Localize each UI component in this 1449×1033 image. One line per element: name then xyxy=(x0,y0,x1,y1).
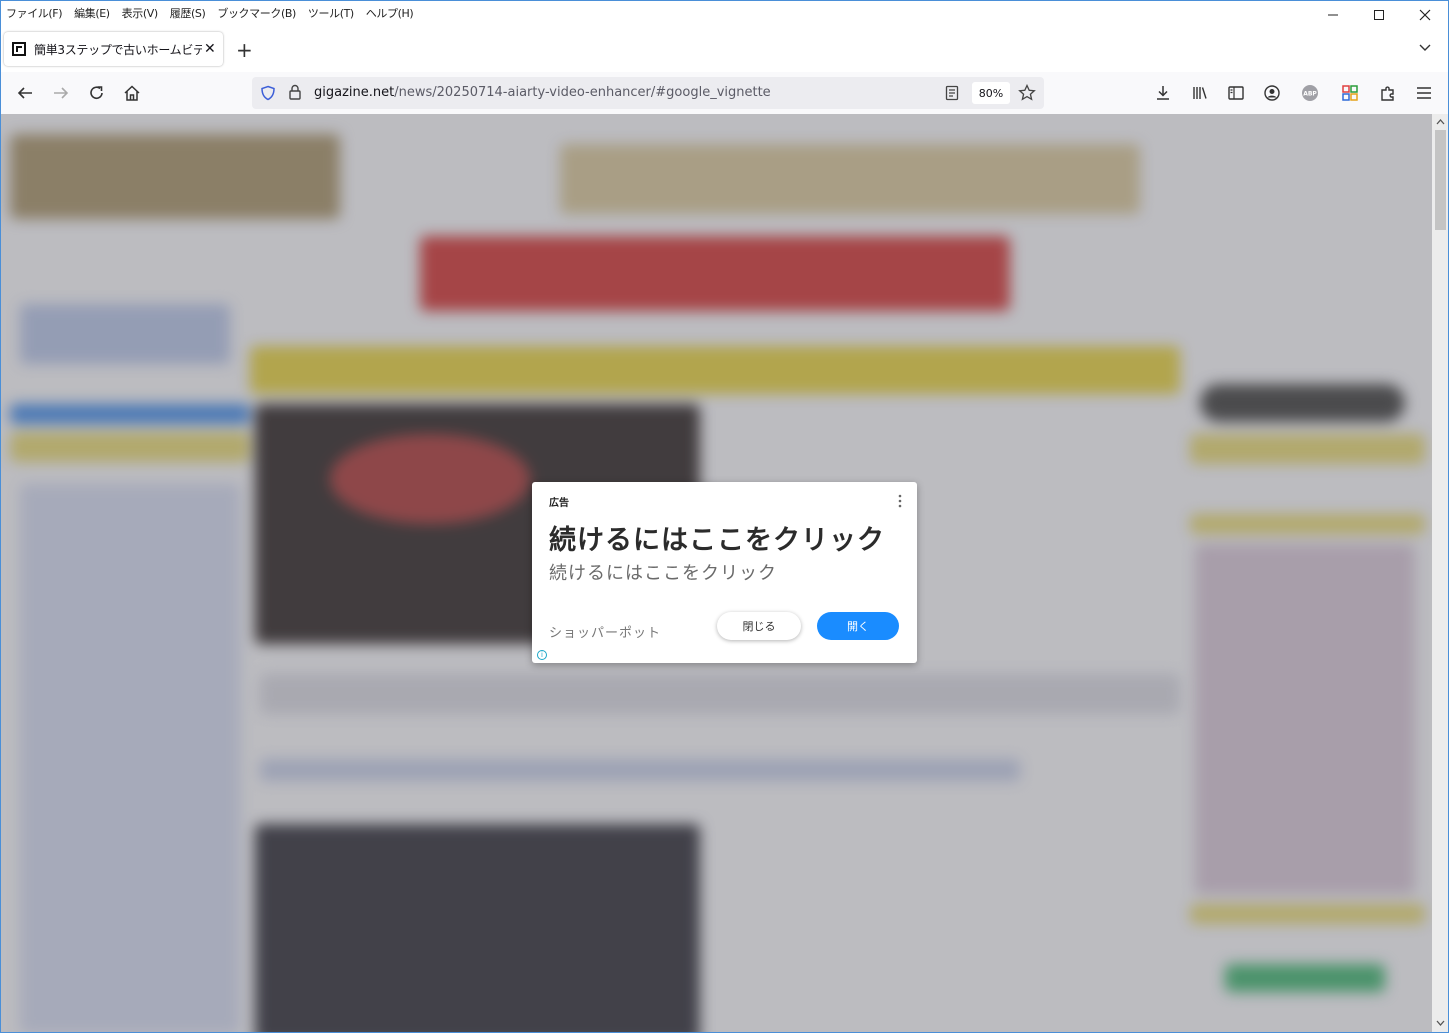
scroll-thumb[interactable] xyxy=(1435,130,1446,230)
forward-button[interactable] xyxy=(50,82,72,104)
chevron-down-icon xyxy=(1419,44,1431,51)
ad-info-icon[interactable]: i xyxy=(537,650,547,660)
nav-bar: gigazine.net/news/20250714-aiarty-video-… xyxy=(0,72,1449,115)
home-icon xyxy=(124,85,140,101)
bookmark-star-icon[interactable] xyxy=(1018,84,1036,102)
tab-close-icon[interactable]: ✕ xyxy=(204,41,216,57)
menu-view[interactable]: 表示(V) xyxy=(122,5,159,21)
ad-advertiser[interactable]: ショッパーポット xyxy=(549,622,661,641)
menu-bookmarks[interactable]: ブックマーク(B) xyxy=(217,5,296,21)
url-path: /news/20250714-aiarty-video-enhancer/#go… xyxy=(394,85,771,100)
library-icon xyxy=(1193,87,1207,99)
close-icon xyxy=(1419,9,1431,21)
svg-text:ABP: ABP xyxy=(1303,91,1317,98)
account-icon xyxy=(1264,85,1280,101)
vignette-ad-dialog: 広告 続けるにはここをクリック 続けるにはここをクリック ショッパーポット 閉じ… xyxy=(532,482,917,663)
menu-tools[interactable]: ツール(T) xyxy=(308,5,354,21)
ad-open-button[interactable]: 開く xyxy=(817,612,899,640)
adblock-plus-icon: ABP xyxy=(1302,85,1318,101)
menu-edit[interactable]: 編集(E) xyxy=(74,5,110,21)
menu-items: ファイル(F) 編集(E) 表示(V) 履歴(S) ブックマーク(B) ツール(… xyxy=(6,5,425,21)
site-favicon-icon xyxy=(12,42,26,56)
url-text[interactable]: gigazine.net/news/20250714-aiarty-video-… xyxy=(314,85,771,100)
menu-bar: ファイル(F) 編集(E) 表示(V) 履歴(S) ブックマーク(B) ツール(… xyxy=(0,0,1449,26)
list-all-tabs-button[interactable] xyxy=(1418,40,1432,59)
tab-active[interactable]: 簡単3ステップで古いホームビデオのよ ✕ xyxy=(4,32,223,66)
arrow-right-icon xyxy=(54,87,69,99)
tab-bar: 簡単3ステップで古いホームビデオのよ ✕ + xyxy=(0,26,1449,72)
ad-label: 広告 xyxy=(549,498,569,509)
tab-title: 簡単3ステップで古いホームビデオのよ xyxy=(34,42,202,57)
extension-grid-button[interactable] xyxy=(1339,82,1361,104)
ad-headline[interactable]: 続けるにはここをクリック xyxy=(549,518,885,557)
ad-options-icon[interactable] xyxy=(897,494,903,508)
extensions-button[interactable] xyxy=(1377,82,1399,104)
zoom-level-button[interactable]: 80% xyxy=(972,82,1010,104)
app-menu-button[interactable] xyxy=(1413,82,1435,104)
reload-icon xyxy=(90,86,103,99)
arrow-left-icon xyxy=(17,87,32,99)
maximize-icon xyxy=(1374,10,1384,20)
menu-history[interactable]: 履歴(S) xyxy=(170,5,206,21)
hamburger-menu-icon xyxy=(1417,87,1431,99)
tracking-shield-icon[interactable] xyxy=(260,85,276,101)
adblock-plus-button[interactable]: ABP xyxy=(1299,82,1321,104)
scroll-down-icon[interactable] xyxy=(1436,1020,1445,1027)
vertical-scrollbar[interactable] xyxy=(1432,114,1449,1033)
reader-view-icon[interactable] xyxy=(945,85,959,101)
ad-subline[interactable]: 続けるにはここをクリック xyxy=(549,559,777,585)
home-button[interactable] xyxy=(121,82,143,104)
puzzle-piece-icon xyxy=(1381,86,1394,101)
download-icon xyxy=(1157,86,1169,100)
account-button[interactable] xyxy=(1261,82,1283,104)
back-button[interactable] xyxy=(14,82,36,104)
url-bar[interactable]: gigazine.net/news/20250714-aiarty-video-… xyxy=(252,77,1044,109)
library-button[interactable] xyxy=(1189,82,1211,104)
url-domain: gigazine.net xyxy=(314,85,395,100)
menu-file[interactable]: ファイル(F) xyxy=(6,5,63,21)
ad-close-button[interactable]: 閉じる xyxy=(717,612,801,640)
scroll-up-icon[interactable] xyxy=(1436,118,1445,125)
reload-button[interactable] xyxy=(86,82,108,104)
new-tab-button[interactable]: + xyxy=(236,40,253,60)
minimize-icon xyxy=(1328,14,1338,16)
lock-icon[interactable] xyxy=(288,84,302,100)
colored-grid-icon xyxy=(1342,85,1358,101)
sidebar-icon xyxy=(1228,86,1244,100)
downloads-button[interactable] xyxy=(1152,82,1174,104)
sidebar-button[interactable] xyxy=(1225,82,1247,104)
menu-help[interactable]: ヘルプ(H) xyxy=(366,5,414,21)
